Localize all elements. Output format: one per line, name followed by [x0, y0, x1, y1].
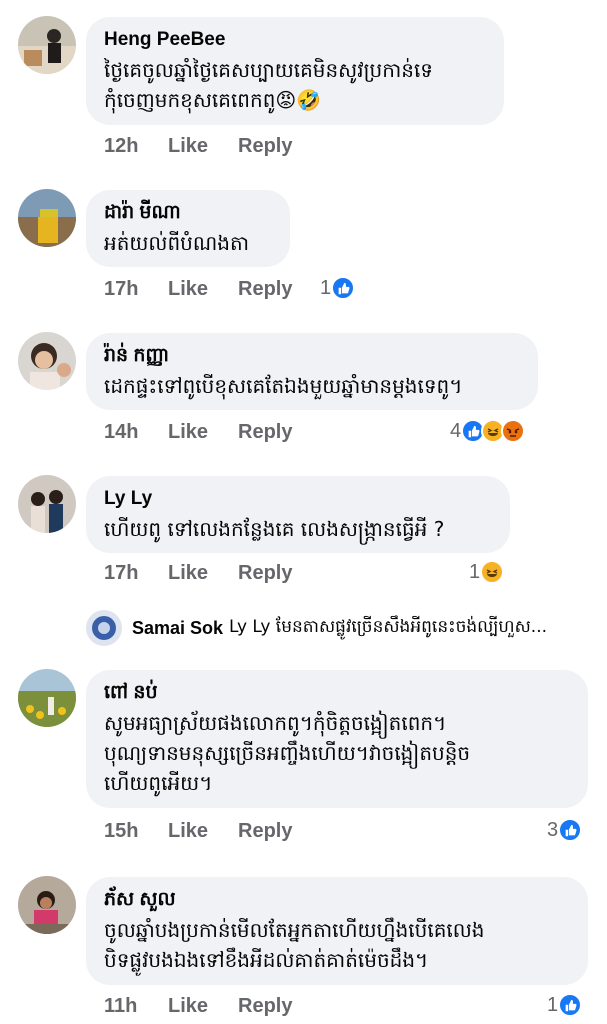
comment-actions: 14h Like Reply	[104, 421, 292, 444]
comment-time[interactable]: 15h	[104, 820, 168, 843]
angry-reaction-icon	[501, 419, 526, 443]
reaction-count: 4	[450, 419, 462, 442]
avatar[interactable]	[18, 332, 76, 390]
comment-author[interactable]: រ៉ាន់ កញ្ញា	[104, 344, 520, 368]
comment-time[interactable]: 11h	[104, 995, 168, 1018]
like-button[interactable]: Like	[168, 278, 238, 301]
reply-button[interactable]: Reply	[238, 820, 292, 843]
reply-button[interactable]: Reply	[238, 995, 292, 1018]
comment-time[interactable]: 17h	[104, 562, 168, 585]
comment-text: ដេកផ្ទះទៅពូបើខុសគេតែឯងមួយឆ្នាំមានម្តងទេព…	[104, 374, 463, 398]
comment-author[interactable]: ដារ៉ា មីណា	[104, 201, 272, 225]
reply-author[interactable]: Samai Sok	[132, 618, 223, 639]
comment-actions: 15h Like Reply	[104, 820, 292, 843]
comment-author[interactable]: Ly Ly	[104, 487, 492, 511]
comment-text: ថ្ងៃគេចូលឆ្នាំថ្ងៃគេសប្បាយគេមិនសូវប្រកាន…	[104, 58, 434, 112]
haha-reaction-icon	[480, 560, 505, 584]
avatar[interactable]	[18, 16, 76, 74]
reaction-summary[interactable]: 4	[450, 419, 526, 443]
reaction-count: 1	[469, 560, 481, 583]
comment-time[interactable]: 12h	[104, 135, 168, 158]
comment-text: ចូលឆ្នាំបងប្រកាន់មើលតែអ្នកតាហើយហ្នឹងបើគេ…	[104, 918, 485, 972]
avatar[interactable]	[86, 610, 122, 646]
avatar[interactable]	[18, 189, 76, 247]
comment-author[interactable]: Heng PeeBee	[104, 28, 486, 52]
comment-author[interactable]: ភ័ស សួល	[104, 888, 570, 912]
reaction-summary[interactable]: 1	[320, 276, 356, 300]
reply-button[interactable]: Reply	[238, 562, 292, 585]
like-button[interactable]: Like	[168, 562, 238, 585]
reply-text: Ly Ly មែនតាសផ្លូវច្រើនសឹងអីពូនេះចង់ល្បីហ…	[229, 616, 548, 637]
comment-actions: 17h Like Reply	[104, 278, 292, 301]
comment-bubble: Ly Ly ហើយពូ ទៅលេងកន្លែងគេ លេងសង្ក្រាន​ធ្…	[86, 476, 510, 553]
avatar[interactable]	[18, 669, 76, 727]
reply-button[interactable]: Reply	[238, 421, 292, 444]
comment-actions: 17h Like Reply	[104, 562, 292, 585]
like-button[interactable]: Like	[168, 995, 238, 1018]
comment-author[interactable]: ពៅ នប់	[104, 681, 570, 705]
like-reaction-icon	[558, 818, 583, 842]
comment-text: សូមអធ្យាស្រ័យផងលោកពូ។កុំចិត្តចង្អៀតពេក។ …	[104, 711, 471, 795]
reaction-summary[interactable]: 3	[547, 818, 583, 842]
comment-bubble: ភ័ស សួល ចូលឆ្នាំបងប្រកាន់មើលតែអ្នកតាហើយហ…	[86, 877, 588, 985]
reaction-count: 1	[320, 276, 332, 299]
comment-text: ហើយពូ ទៅលេងកន្លែងគេ លេងសង្ក្រាន​ធ្វើអី ?	[104, 517, 445, 541]
comment-actions: 11h Like Reply	[104, 995, 292, 1018]
comment-time[interactable]: 17h	[104, 278, 168, 301]
like-reaction-icon	[331, 276, 356, 300]
comment-bubble: ពៅ នប់ សូមអធ្យាស្រ័យផងលោកពូ។កុំចិត្តចង្អ…	[86, 670, 588, 808]
reaction-summary[interactable]: 1	[547, 993, 583, 1017]
comment-bubble: Heng PeeBee ថ្ងៃគេចូលឆ្នាំថ្ងៃគេសប្បាយគេ…	[86, 17, 504, 125]
reaction-count: 3	[547, 818, 559, 841]
comment-bubble: ដារ៉ា មីណា អត់យល់ពីបំណងតា	[86, 190, 290, 267]
avatar[interactable]	[18, 876, 76, 934]
comment-text: អត់យល់ពីបំណងតា	[104, 231, 250, 255]
reply-button[interactable]: Reply	[238, 278, 292, 301]
comment-actions: 12h Like Reply	[104, 135, 292, 158]
reaction-count: 1	[547, 993, 559, 1016]
like-reaction-icon	[558, 993, 583, 1017]
reaction-summary[interactable]: 1	[469, 560, 505, 584]
like-button[interactable]: Like	[168, 421, 238, 444]
like-button[interactable]: Like	[168, 820, 238, 843]
comment-bubble: រ៉ាន់ កញ្ញា ដេកផ្ទះទៅពូបើខុសគេតែឯងមួយឆ្ន…	[86, 333, 538, 410]
reply-preview[interactable]: Samai Sok Ly Ly មែនតាសផ្លូវច្រើនសឹងអីពូន…	[86, 608, 547, 648]
avatar[interactable]	[18, 475, 76, 533]
like-button[interactable]: Like	[168, 135, 238, 158]
comment-time[interactable]: 14h	[104, 421, 168, 444]
reply-button[interactable]: Reply	[238, 135, 292, 158]
